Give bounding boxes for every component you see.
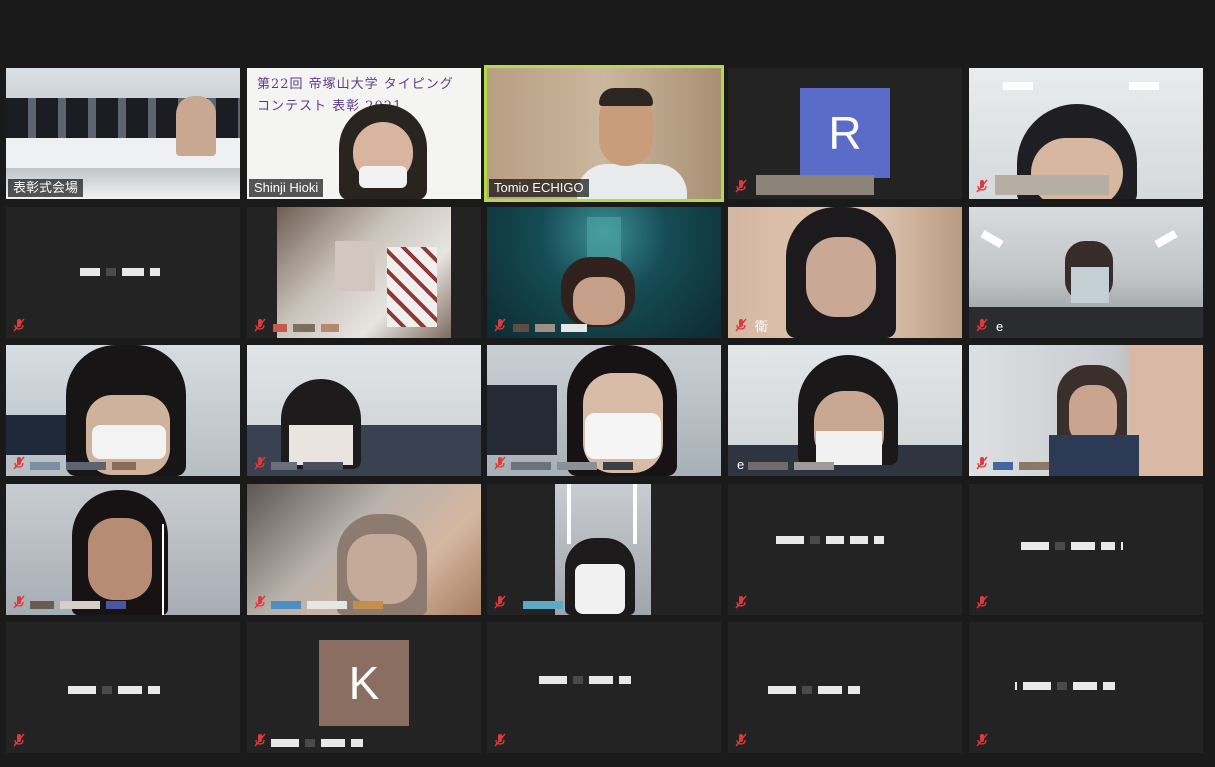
participant-video: [969, 345, 1203, 476]
participant-name-redacted: [271, 601, 383, 609]
mic-muted-icon: [976, 733, 988, 747]
participant-tile[interactable]: 第22回 帝塚山大学 タイピングコンテスト 表彰 2021 Shinji Hio…: [247, 68, 481, 199]
participant-name-tag: Tomio ECHIGO: [489, 179, 589, 197]
participant-name-tag: e: [991, 318, 1008, 336]
participant-name-redacted: [993, 462, 1049, 470]
participant-name: Shinji Hioki: [254, 180, 319, 195]
mic-muted-icon: [254, 456, 266, 470]
avatar-letter: R: [828, 107, 862, 159]
participant-tile[interactable]: [487, 345, 721, 476]
participant-video: [6, 484, 240, 615]
participant-name-redacted: [80, 268, 160, 276]
participant-video: [487, 207, 721, 338]
participant-name-redacted: [271, 739, 363, 747]
participant-name-redacted: [995, 175, 1109, 195]
mic-muted-icon: [13, 318, 25, 332]
participant-tile[interactable]: [6, 345, 240, 476]
participant-tile[interactable]: 衛: [728, 207, 962, 338]
mic-muted-icon: [735, 733, 747, 747]
participant-name-redacted: [768, 686, 860, 694]
participant-tile[interactable]: [247, 345, 481, 476]
participant-video: [487, 345, 721, 476]
participant-name: e: [996, 319, 1004, 334]
participant-name-redacted: [30, 462, 136, 470]
participant-tile[interactable]: [487, 484, 721, 615]
participant-name: e: [737, 457, 745, 472]
participant-name-redacted: [776, 536, 884, 544]
mic-muted-icon: [254, 595, 266, 609]
participant-video: [555, 484, 651, 615]
participant-tile[interactable]: e: [728, 345, 962, 476]
mic-muted-icon: [735, 179, 747, 193]
mic-muted-icon: [13, 456, 25, 470]
mic-muted-icon: [976, 456, 988, 470]
participant-name-redacted: [511, 462, 633, 470]
participant-name: Tomio ECHIGO: [494, 180, 584, 195]
participant-name-redacted: [523, 601, 563, 609]
mic-muted-icon: [494, 456, 506, 470]
participant-tile[interactable]: [247, 207, 481, 338]
mic-muted-icon: [494, 733, 506, 747]
mic-muted-icon: [13, 733, 25, 747]
participant-name-redacted: [539, 676, 631, 684]
participant-tile[interactable]: [969, 484, 1203, 615]
participant-name-tag: Shinji Hioki: [249, 179, 324, 197]
participant-name-tag: 衛: [750, 318, 773, 336]
participant-tile[interactable]: K: [247, 622, 481, 753]
mic-muted-icon: [13, 595, 25, 609]
participant-video: [247, 345, 481, 476]
participant-video: [728, 345, 962, 476]
participant-tile[interactable]: [6, 484, 240, 615]
mic-muted-icon: [976, 318, 988, 332]
participant-tile[interactable]: e: [969, 207, 1203, 338]
participant-tile[interactable]: [6, 622, 240, 753]
participant-tile[interactable]: [728, 622, 962, 753]
mic-muted-icon: [254, 733, 266, 747]
participant-name-redacted: [748, 462, 834, 470]
participant-name-redacted: [1015, 682, 1115, 690]
participant-name-redacted: [273, 324, 339, 332]
participant-video: [247, 484, 481, 615]
participant-name-redacted: [513, 324, 587, 332]
mic-muted-icon: [976, 179, 988, 193]
participant-tile[interactable]: [969, 68, 1203, 199]
participant-tile[interactable]: [728, 484, 962, 615]
participant-tile[interactable]: [969, 345, 1203, 476]
participant-name-redacted: [271, 462, 343, 470]
participant-name: 衛: [755, 319, 769, 334]
participant-tile[interactable]: [247, 484, 481, 615]
mic-muted-icon: [254, 318, 266, 332]
mic-muted-icon: [735, 318, 747, 332]
participant-tile[interactable]: R: [728, 68, 962, 199]
participant-name-tag: e: [732, 456, 749, 474]
participant-avatar: R: [800, 88, 890, 178]
mic-muted-icon: [976, 595, 988, 609]
participant-avatar: K: [319, 640, 409, 726]
avatar-letter: K: [348, 657, 380, 709]
participant-tile[interactable]: 表彰式会場: [6, 68, 240, 199]
participant-name-redacted: [756, 175, 874, 195]
participant-tile[interactable]: [487, 207, 721, 338]
video-gallery: 表彰式会場 第22回 帝塚山大学 タイピングコンテスト 表彰 2021 Shin…: [0, 0, 1215, 767]
mic-muted-icon: [494, 318, 506, 332]
participant-video: [277, 207, 451, 338]
participant-tile[interactable]: [487, 622, 721, 753]
participant-tile-active-speaker[interactable]: Tomio ECHIGO: [484, 65, 724, 202]
mic-muted-icon: [494, 595, 506, 609]
participant-video: [6, 345, 240, 476]
participant-tile[interactable]: [969, 622, 1203, 753]
participant-name: 表彰式会場: [13, 180, 79, 195]
mic-muted-icon: [735, 595, 747, 609]
participant-tile[interactable]: [6, 207, 240, 338]
participant-name-redacted: [30, 601, 126, 609]
participant-name-redacted: [1021, 542, 1123, 550]
participant-name-tag: 表彰式会場: [8, 179, 84, 197]
participant-name-redacted: [68, 686, 160, 694]
